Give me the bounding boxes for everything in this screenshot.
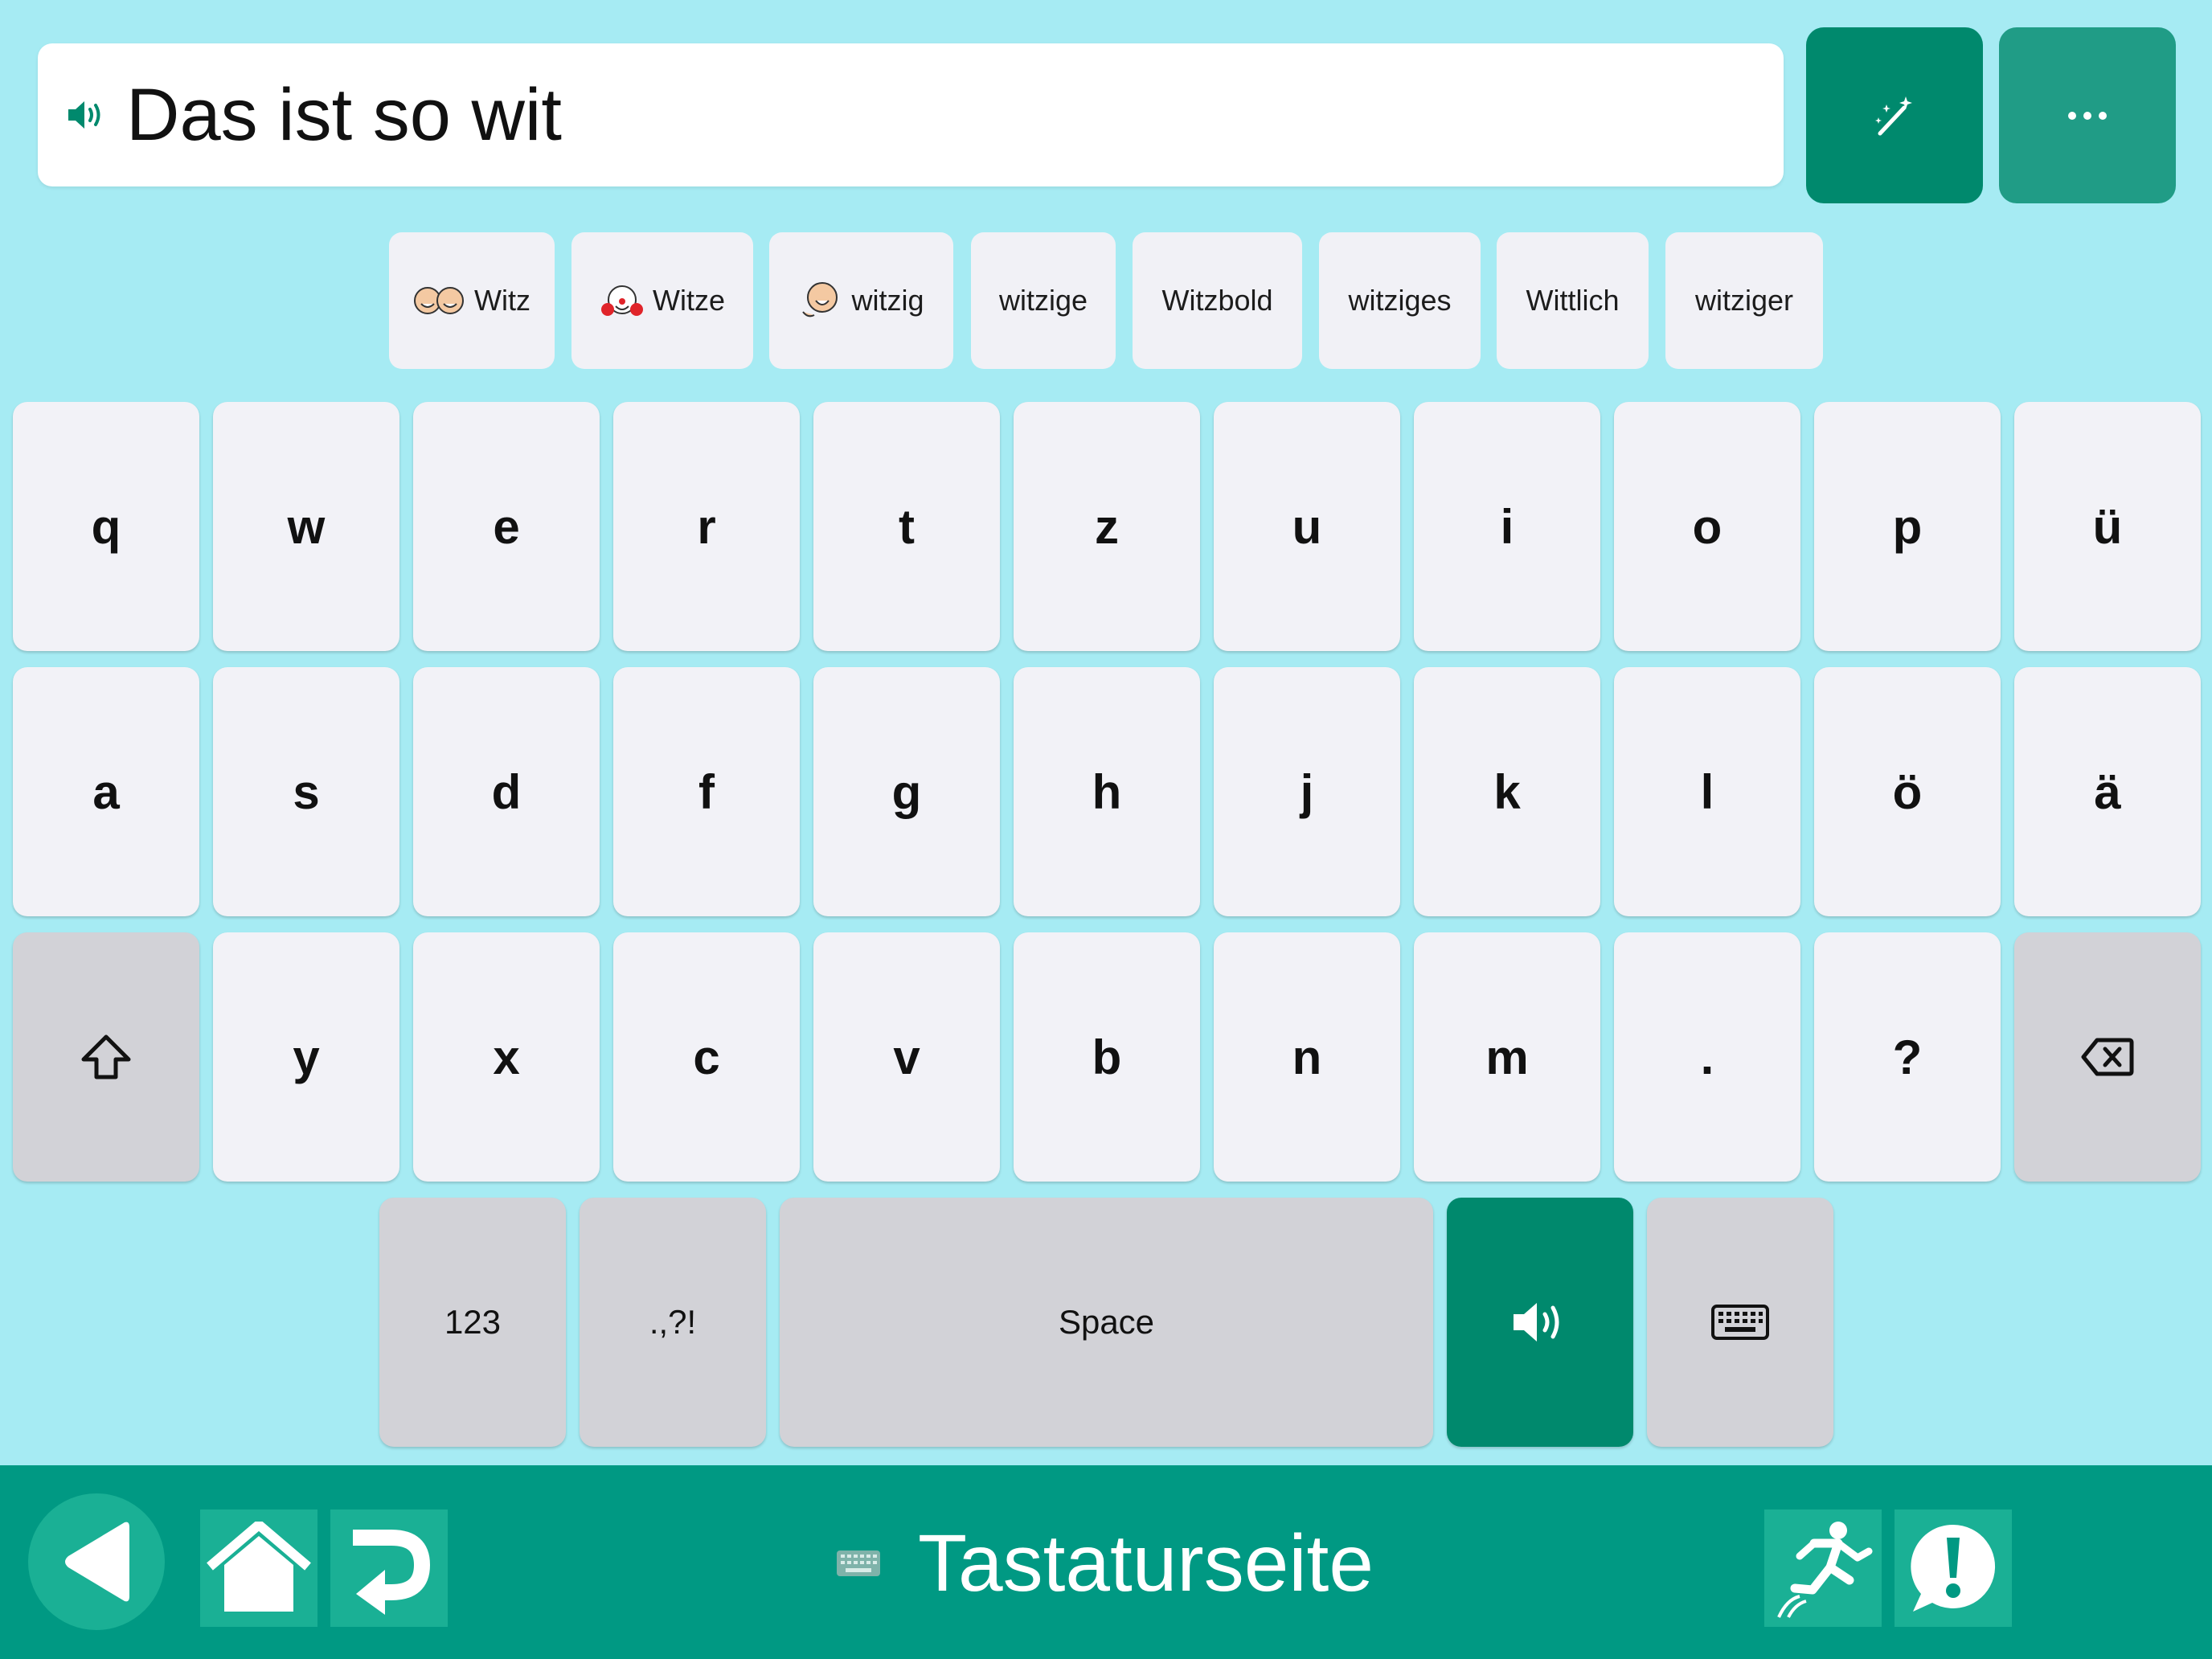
key-b[interactable]: b <box>1014 932 1200 1182</box>
return-arrow-icon <box>353 1530 430 1615</box>
key-g[interactable]: g <box>813 667 1000 916</box>
key-l[interactable]: l <box>1614 667 1800 916</box>
suggestion-witz[interactable]: Witz <box>389 232 555 369</box>
speak-key[interactable] <box>1447 1198 1633 1447</box>
key-c[interactable]: c <box>613 932 800 1182</box>
key-question[interactable]: ? <box>1814 932 2001 1182</box>
key-q[interactable]: q <box>13 402 199 651</box>
suggestion-label: Witzbold <box>1161 284 1273 317</box>
suggestion-label: Witze <box>653 284 725 317</box>
laughing-face-icon <box>802 282 838 317</box>
more-icon <box>2068 111 2107 120</box>
shift-key[interactable] <box>13 932 199 1182</box>
page-title: Tastaturseite <box>918 1518 1374 1608</box>
punctuation-key[interactable]: .,?! <box>580 1198 766 1447</box>
key-ae[interactable]: ä <box>2014 667 2201 916</box>
back-button[interactable] <box>28 1493 165 1630</box>
suggestion-label: witziger <box>1694 284 1794 317</box>
keyboard-icon <box>837 1550 880 1576</box>
home-button[interactable] <box>200 1509 317 1627</box>
back-arrow-icon <box>65 1522 129 1602</box>
key-y[interactable]: y <box>213 932 399 1182</box>
key-n[interactable]: n <box>1214 932 1400 1182</box>
home-icon <box>207 1522 311 1612</box>
suggestion-label: witziges <box>1348 284 1452 317</box>
key-w[interactable]: w <box>213 402 399 651</box>
message-bar[interactable]: Das ist so wit <box>38 43 1784 186</box>
key-period[interactable]: . <box>1614 932 1800 1182</box>
suggestion-label: witzige <box>998 284 1088 317</box>
laughing-faces-icon <box>414 287 464 314</box>
backspace-key[interactable] <box>2014 932 2201 1182</box>
key-u[interactable]: u <box>1214 402 1400 651</box>
key-d[interactable]: d <box>413 667 600 916</box>
key-f[interactable]: f <box>613 667 800 916</box>
speaker-icon[interactable] <box>67 99 107 131</box>
backspace-icon <box>2081 1038 2134 1076</box>
space-key[interactable]: Space <box>780 1198 1433 1447</box>
suggestion-witzig[interactable]: witzig <box>769 232 953 369</box>
shift-icon <box>81 1034 131 1079</box>
speaker-icon <box>1514 1303 1559 1342</box>
suggestion-witze[interactable]: Witze <box>571 232 753 369</box>
magic-wand-button[interactable] <box>1806 27 1983 203</box>
key-ue[interactable]: ü <box>2014 402 2201 651</box>
key-v[interactable]: v <box>813 932 1000 1182</box>
keyboard-key[interactable] <box>1647 1198 1833 1447</box>
more-button[interactable] <box>1999 27 2176 203</box>
suggestion-label: Wittlich <box>1526 284 1620 317</box>
key-oe[interactable]: ö <box>1814 667 2001 916</box>
key-k[interactable]: k <box>1414 667 1600 916</box>
suggestion-label: Witz <box>474 284 530 317</box>
key-x[interactable]: x <box>413 932 600 1182</box>
keyboard-icon <box>1711 1305 1769 1340</box>
magic-wand-icon <box>1875 96 1912 135</box>
return-button[interactable] <box>330 1509 448 1627</box>
alert-speech-bubble-icon <box>1911 1524 1996 1612</box>
key-a[interactable]: a <box>13 667 199 916</box>
suggestion-witzbold[interactable]: Witzbold <box>1133 232 1302 369</box>
key-m[interactable]: m <box>1414 932 1600 1182</box>
key-z[interactable]: z <box>1014 402 1200 651</box>
key-o[interactable]: o <box>1614 402 1800 651</box>
suggestion-label: witzig <box>851 284 924 317</box>
suggestion-witziger[interactable]: witziger <box>1665 232 1823 369</box>
jump-button[interactable] <box>1764 1509 1882 1627</box>
numbers-key[interactable]: 123 <box>379 1198 566 1447</box>
key-s[interactable]: s <box>213 667 399 916</box>
key-p[interactable]: p <box>1814 402 2001 651</box>
suggestion-witzige[interactable]: witzige <box>971 232 1116 369</box>
key-e[interactable]: e <box>413 402 600 651</box>
message-text: Das ist so wit <box>126 73 562 156</box>
suggestion-wittlich[interactable]: Wittlich <box>1497 232 1649 369</box>
page-title-area: Tastaturseite <box>836 1511 1374 1616</box>
clown-face-icon <box>601 285 643 316</box>
key-r[interactable]: r <box>613 402 800 651</box>
key-t[interactable]: t <box>813 402 1000 651</box>
alert-button[interactable] <box>1895 1509 2012 1627</box>
key-i[interactable]: i <box>1414 402 1600 651</box>
suggestion-witziges[interactable]: witziges <box>1319 232 1481 369</box>
key-h[interactable]: h <box>1014 667 1200 916</box>
running-person-icon <box>1777 1522 1873 1618</box>
key-j[interactable]: j <box>1214 667 1400 916</box>
